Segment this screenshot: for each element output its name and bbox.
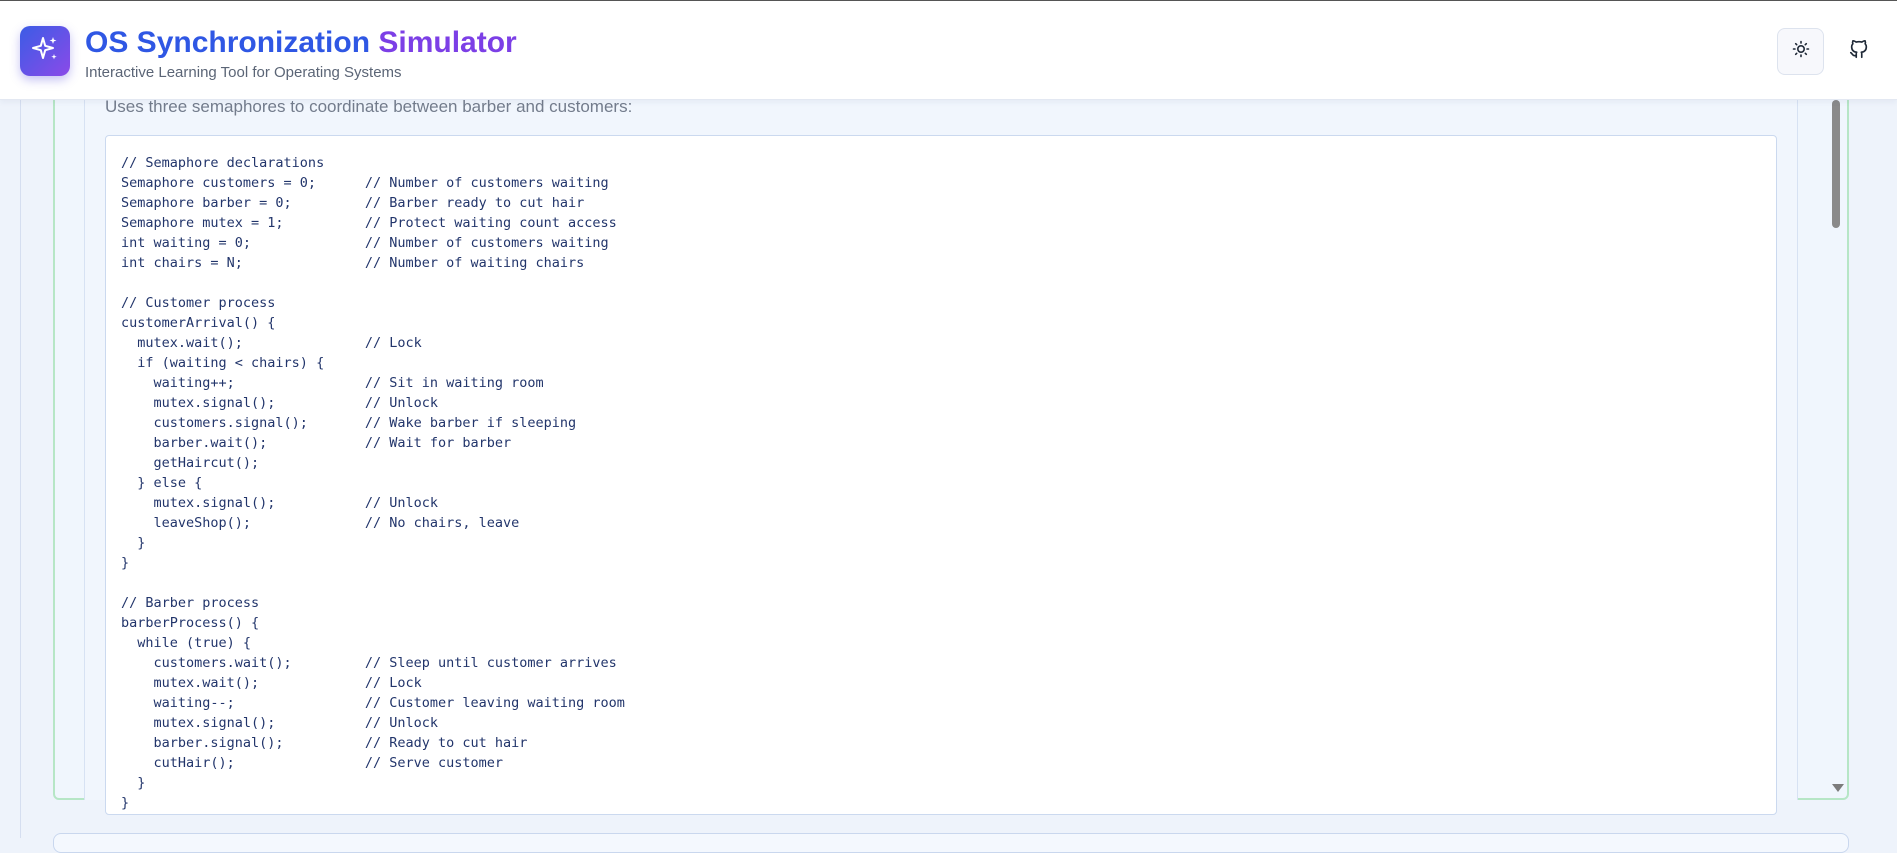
pseudocode-text: // Semaphore declarations Semaphore cust…	[121, 155, 625, 811]
next-section-card	[53, 833, 1849, 853]
page-border	[20, 100, 21, 838]
app-title-accent: Simulator	[378, 26, 517, 59]
solution-description: Uses three semaphores to coordinate betw…	[105, 97, 633, 116]
sun-icon	[1792, 40, 1810, 63]
app-subtitle: Interactive Learning Tool for Operating …	[85, 64, 402, 81]
code-block: // Semaphore declarations Semaphore cust…	[105, 135, 1777, 815]
github-icon	[1848, 38, 1870, 65]
sparkles-icon	[30, 34, 60, 69]
github-link-button[interactable]	[1835, 28, 1882, 75]
app-title: OS Synchronization Simulator	[85, 23, 517, 63]
scroll-down-icon[interactable]	[1832, 784, 1844, 792]
app-header: OS Synchronization Simulator Interactive…	[0, 0, 1897, 100]
theme-toggle-button[interactable]	[1777, 28, 1824, 75]
scrollbar[interactable]	[1829, 100, 1843, 798]
app-logo[interactable]	[20, 26, 70, 76]
scrollbar-thumb[interactable]	[1832, 100, 1840, 228]
app-title-primary: OS Synchronization	[85, 26, 371, 59]
